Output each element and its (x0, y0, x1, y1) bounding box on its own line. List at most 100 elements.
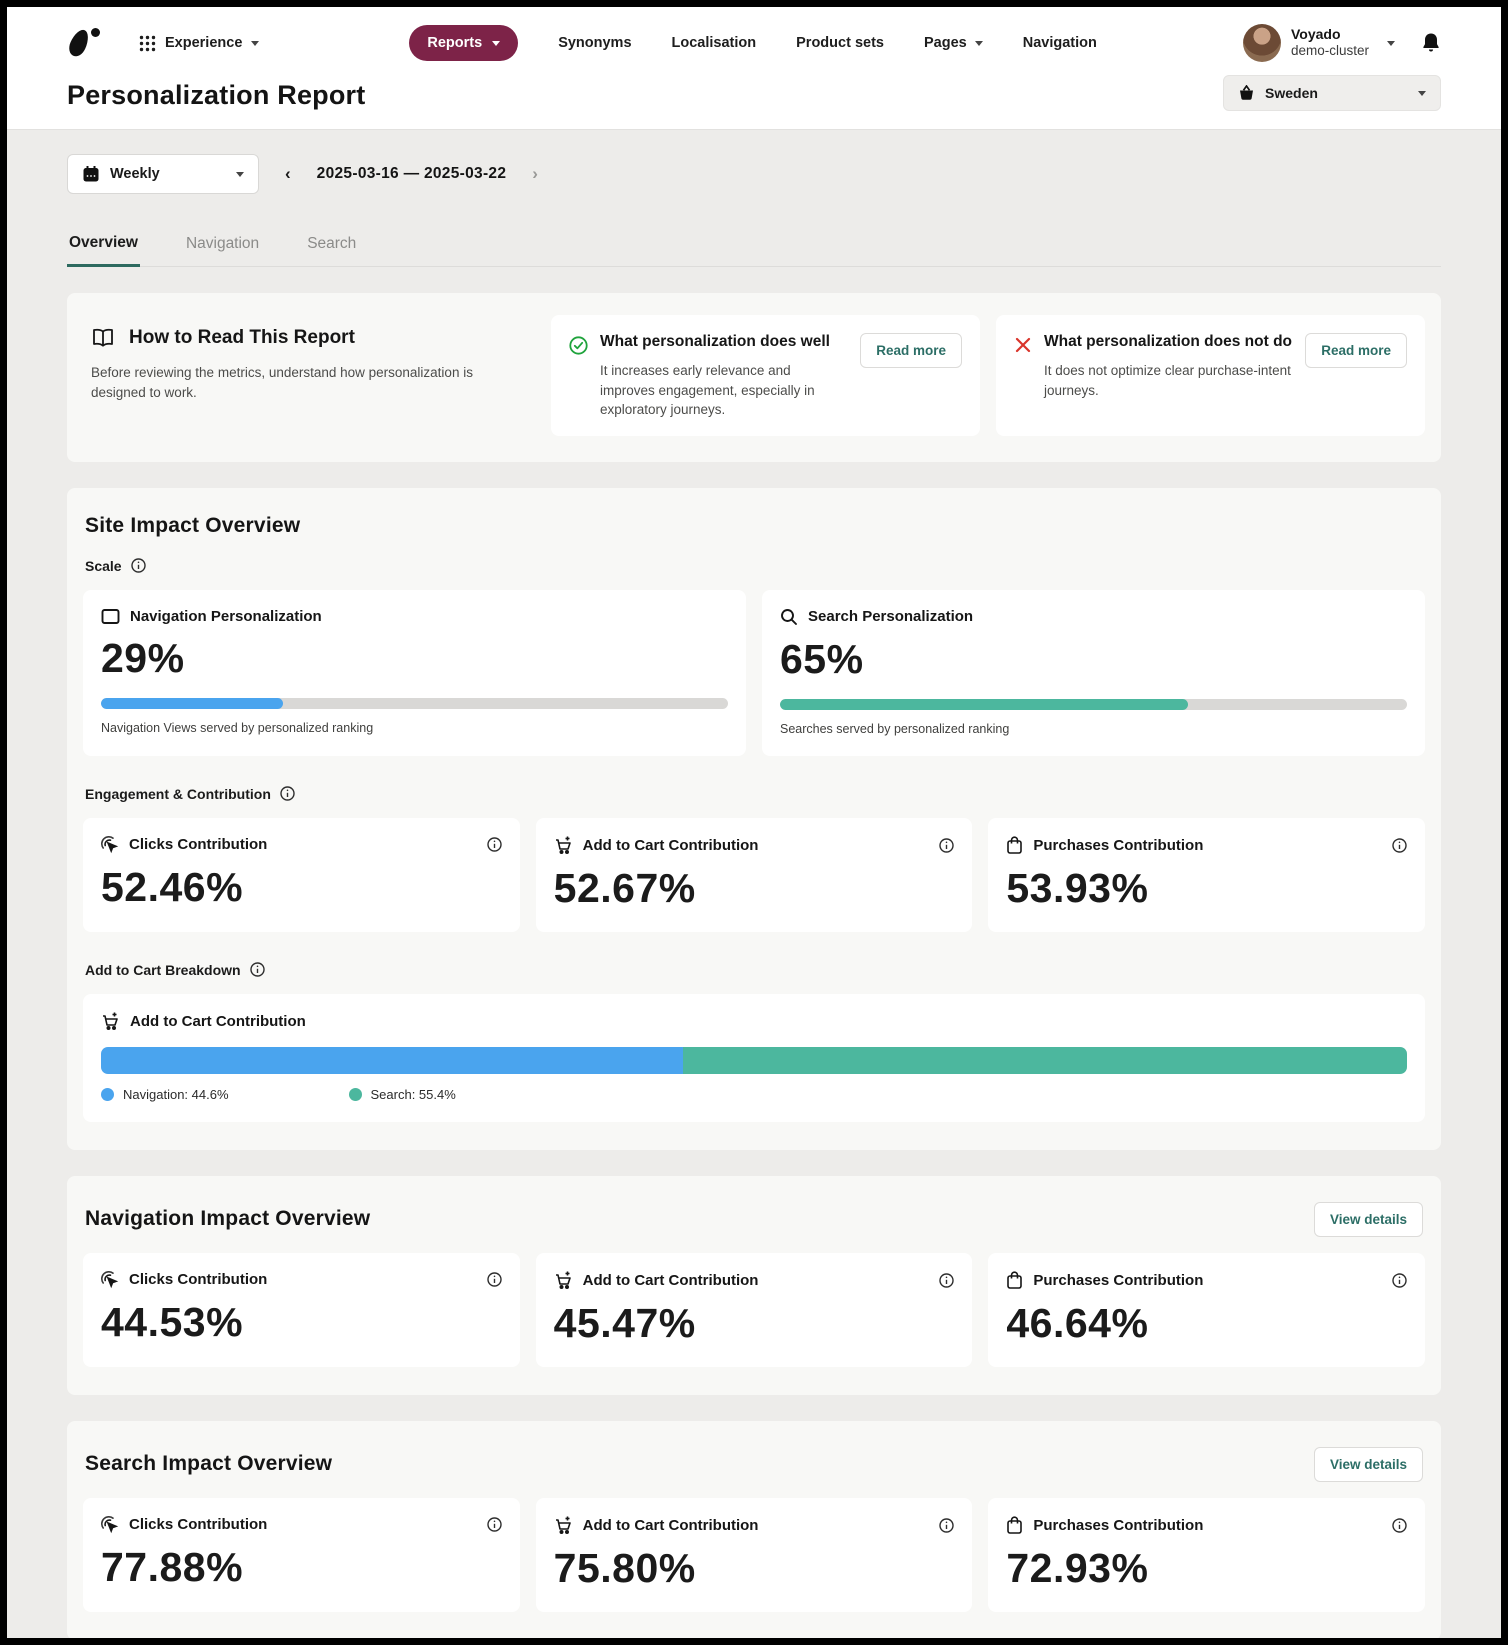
card-title: Purchases Contribution (1033, 836, 1204, 854)
prev-period-button[interactable]: ‹ (285, 164, 291, 184)
search-personalization-card: Search Personalization 65% Searches serv… (762, 589, 1425, 756)
does-well-desc: It increases early relevance and improve… (600, 363, 815, 418)
cursor-click-icon (101, 1515, 119, 1534)
chevron-down-icon (236, 171, 244, 177)
info-icon[interactable] (939, 1272, 955, 1288)
nav-item-reports[interactable]: Reports (409, 25, 519, 61)
next-period-button[interactable]: › (532, 164, 538, 184)
stacked-bar-navigation-segment (101, 1046, 684, 1074)
nav-item-pages[interactable]: Pages (924, 35, 983, 51)
does-well-card: What personalization does well It increa… (551, 315, 980, 436)
voyado-logo (65, 23, 111, 63)
cart-plus-icon (554, 836, 573, 855)
site-impact-title: Site Impact Overview (85, 513, 301, 537)
card-title: Navigation Personalization (130, 607, 322, 625)
main-nav: Reports Synonyms Localisation Product se… (409, 25, 1097, 61)
info-icon[interactable] (486, 837, 502, 852)
avatar (1242, 24, 1281, 62)
metric-value: 44.53% (101, 1298, 244, 1345)
grid-icon (139, 35, 156, 52)
clicks-contribution-card: Clicks Contribution 44.53% (83, 1252, 520, 1367)
page-title: Personalization Report (67, 80, 366, 110)
breakdown-label: Add to Cart Breakdown (85, 961, 241, 978)
metric-value: 65% (780, 635, 864, 682)
info-icon[interactable] (1392, 837, 1407, 853)
view-details-button[interactable]: View details (1313, 1201, 1423, 1237)
search-impact-panel: Search Impact Overview View details Clic… (67, 1420, 1441, 1638)
nav-item-product-sets[interactable]: Product sets (796, 35, 884, 51)
info-icon[interactable] (1392, 1517, 1407, 1533)
clicks-contribution-card: Clicks Contribution 77.88% (83, 1497, 520, 1612)
metric-value: 77.88% (101, 1543, 244, 1590)
info-icon[interactable] (130, 558, 146, 573)
clicks-contribution-card: Clicks Contribution 52.46% (83, 817, 520, 932)
basket-icon (1238, 85, 1255, 101)
nav-item-synonyms[interactable]: Synonyms (558, 35, 631, 51)
view-details-button[interactable]: View details (1313, 1446, 1423, 1482)
cart-plus-icon (554, 1271, 573, 1290)
site-impact-panel: Site Impact Overview Scale Navigation Pe… (67, 487, 1441, 1150)
check-circle-icon (569, 333, 588, 420)
metric-value: 72.93% (1006, 1544, 1149, 1591)
shopping-bag-icon (1006, 1271, 1023, 1290)
nav-item-localisation[interactable]: Localisation (672, 35, 757, 51)
info-icon[interactable] (939, 1517, 955, 1533)
report-tabs: Overview Navigation Search (67, 224, 1441, 267)
chevron-down-icon (1387, 40, 1395, 46)
progress-track (101, 697, 728, 709)
metric-value: 53.93% (1006, 864, 1149, 911)
date-range: 2025-03-16 — 2025-03-22 (316, 165, 507, 182)
read-more-button[interactable]: Read more (1305, 333, 1407, 368)
tab-overview[interactable]: Overview (67, 224, 140, 267)
open-book-icon (91, 328, 115, 348)
how-to-read-panel: How to Read This Report Before reviewing… (67, 293, 1441, 462)
info-icon[interactable] (486, 1272, 502, 1287)
stacked-bar (101, 1046, 1407, 1074)
shopping-bag-icon (1006, 836, 1023, 855)
info-icon[interactable] (280, 786, 295, 801)
does-not-do-card: What personalization does not do It does… (996, 315, 1425, 436)
purchases-contribution-card: Purchases Contribution 53.93% (988, 817, 1426, 932)
metric-value: 75.80% (553, 1544, 696, 1591)
does-well-title: What personalization does well (600, 333, 830, 350)
does-not-do-title: What personalization does not do (1044, 333, 1292, 350)
cart-plus-icon (554, 1516, 573, 1535)
read-more-button[interactable]: Read more (860, 333, 962, 368)
nav-item-navigation[interactable]: Navigation (1023, 35, 1097, 51)
info-icon[interactable] (939, 837, 955, 853)
chevron-down-icon (492, 40, 501, 46)
period-select[interactable]: Weekly (67, 154, 259, 194)
search-icon (780, 608, 798, 626)
card-title: Clicks Contribution (129, 836, 268, 854)
app-switcher[interactable]: Experience (139, 35, 260, 52)
user-menu[interactable]: Voyado demo-cluster (1242, 24, 1395, 62)
progress-track (780, 698, 1407, 710)
purchases-contribution-card: Purchases Contribution 72.93% (988, 1497, 1426, 1612)
card-title: Search Personalization (808, 608, 974, 626)
nav-item-reports-label: Reports (427, 35, 483, 51)
user-name: Voyado (1290, 25, 1341, 42)
card-title: Add to Cart Contribution (582, 1271, 759, 1289)
progress-fill (780, 698, 1188, 710)
notifications-bell-icon[interactable] (1421, 32, 1441, 54)
card-title: Clicks Contribution (129, 1516, 268, 1534)
card-title: Purchases Contribution (1033, 1271, 1204, 1289)
info-icon[interactable] (249, 962, 265, 977)
calendar-icon (82, 165, 100, 183)
tab-search[interactable]: Search (305, 224, 358, 266)
info-icon[interactable] (486, 1517, 502, 1532)
card-caption: Navigation Views served by personalized … (101, 720, 374, 735)
browser-window-icon (101, 608, 120, 625)
period-select-value: Weekly (110, 166, 160, 182)
page: Experience Reports Synonyms Localisation… (7, 7, 1501, 1638)
scale-label: Scale (85, 557, 122, 574)
market-select[interactable]: Sweden (1223, 75, 1441, 111)
market-select-value: Sweden (1265, 85, 1318, 101)
search-impact-title: Search Impact Overview (85, 1452, 333, 1476)
tab-navigation[interactable]: Navigation (184, 224, 261, 266)
user-cluster: demo-cluster (1290, 43, 1369, 59)
info-icon[interactable] (1392, 1272, 1407, 1288)
metric-value: 29% (101, 634, 185, 681)
stacked-bar-search-segment (683, 1046, 1407, 1074)
chevron-down-icon (974, 40, 983, 46)
